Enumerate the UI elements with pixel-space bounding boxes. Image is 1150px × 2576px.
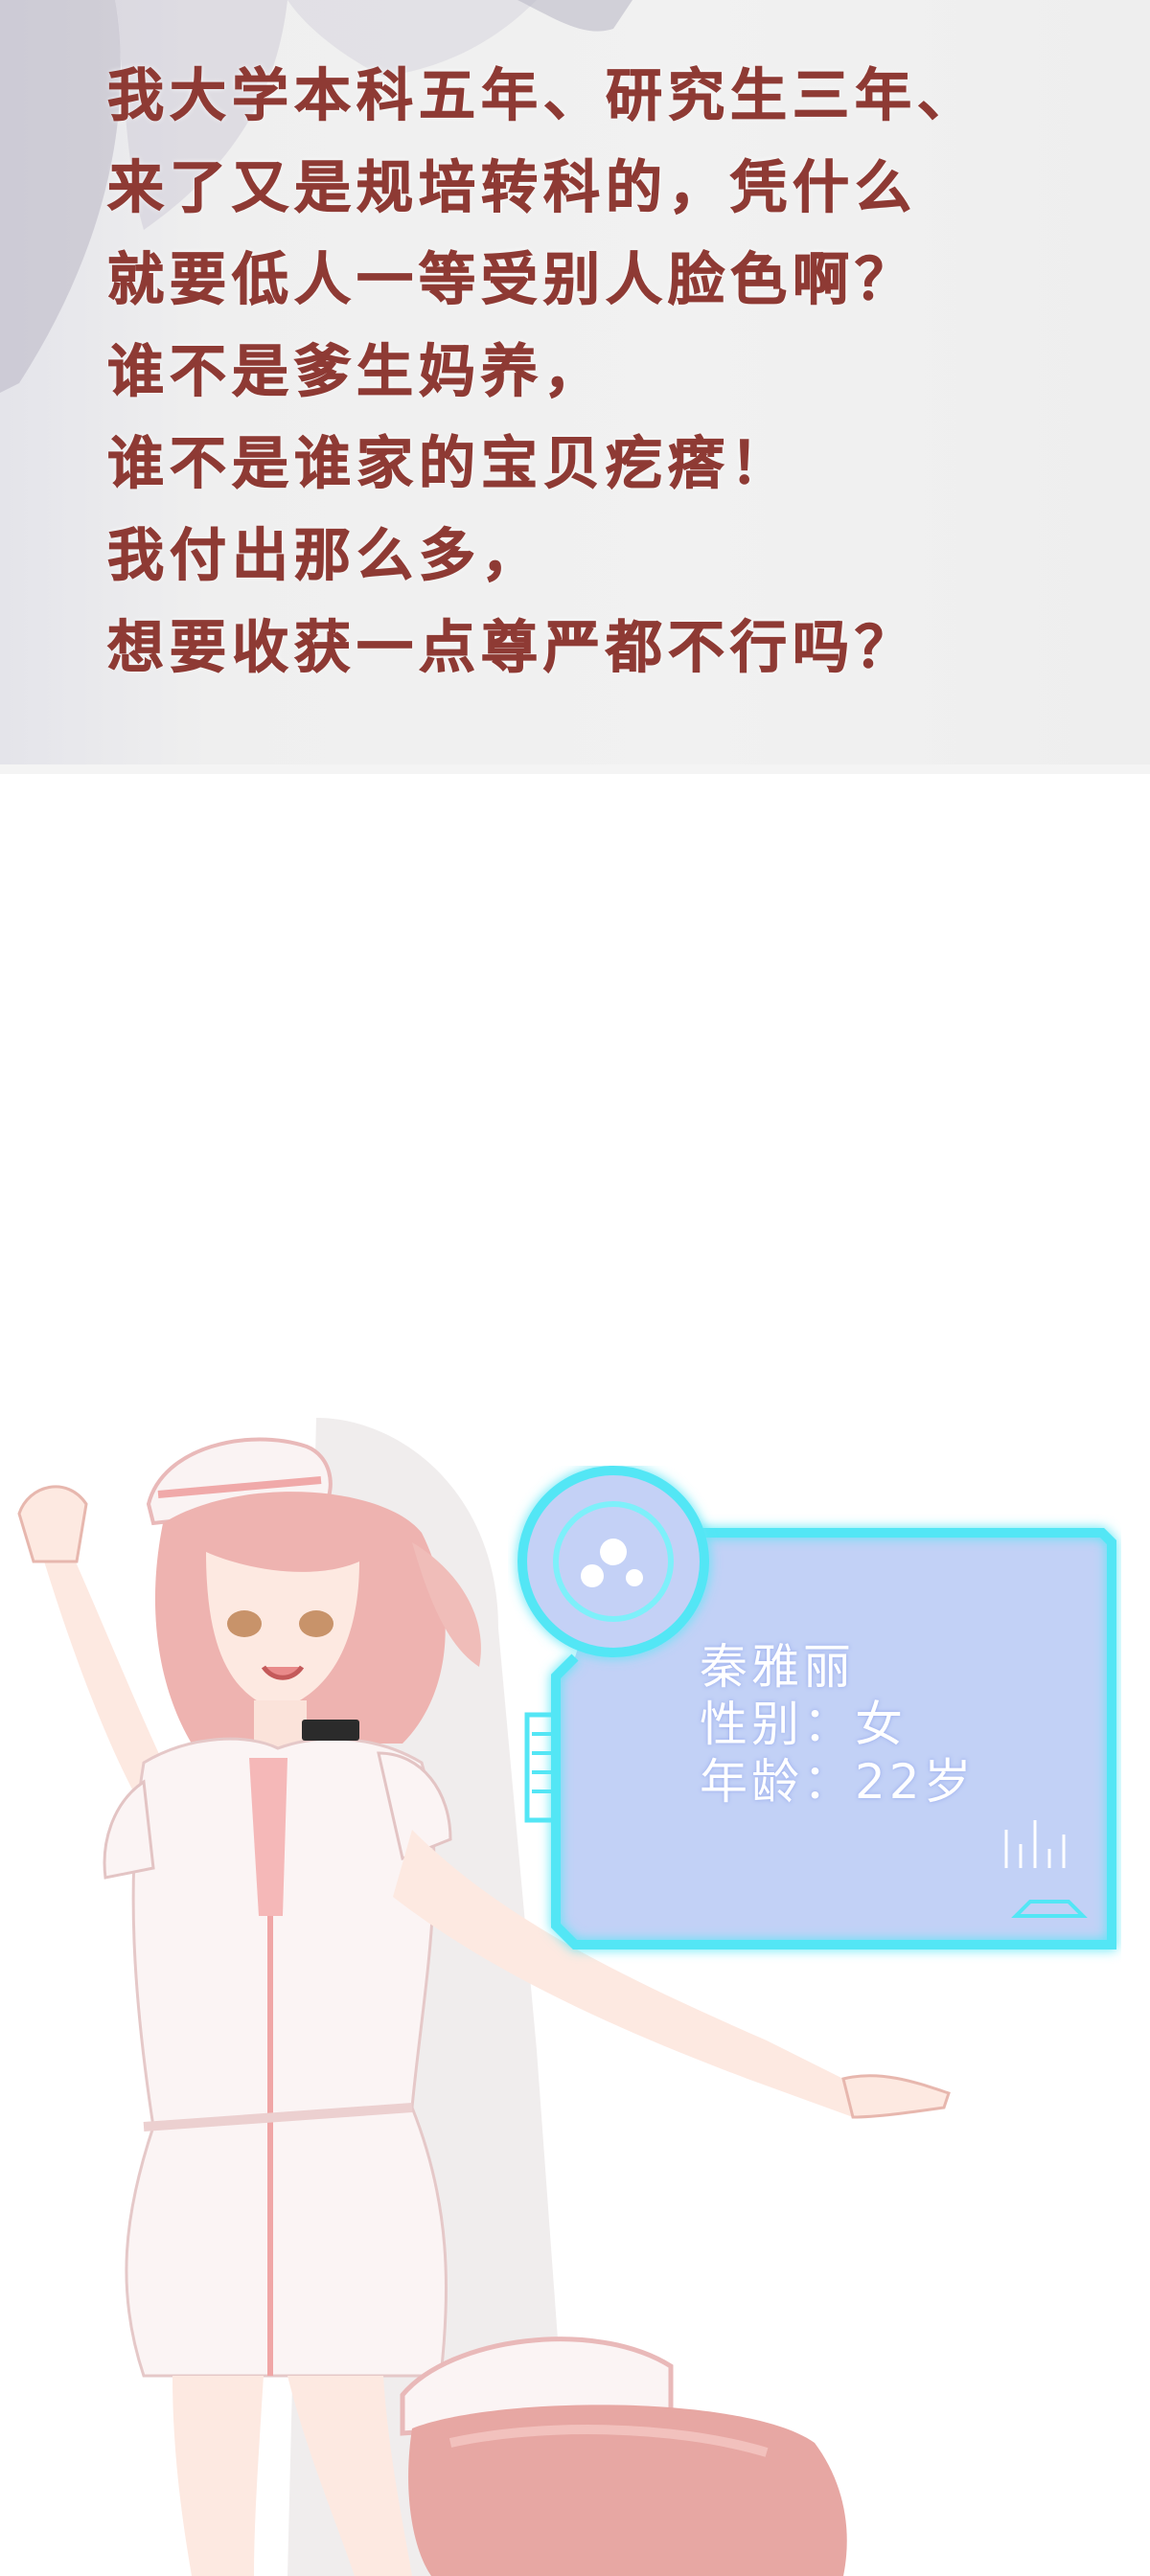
dialogue-line: 我付出那么多， — [106, 522, 544, 589]
profile-card: 秦雅丽 性别：女 年龄：22岁 — [508, 1466, 1121, 1964]
dialogue-line: 来了又是规培转科的，凭什么 — [106, 154, 918, 221]
dialogue-line: 我大学本科五年、研究生三年、 — [106, 62, 980, 129]
dialogue-line: 谁不是谁家的宝贝疙瘩！ — [106, 430, 794, 497]
dialogue-text: 我大学本科五年、研究生三年、 来了又是规培转科的，凭什么 就要低人一等受别人脸色… — [106, 50, 980, 694]
panel-divider — [0, 764, 1150, 774]
dialogue-line: 谁不是爹生妈养， — [106, 338, 607, 405]
dialogue-panel: 我大学本科五年、研究生三年、 来了又是规培转科的，凭什么 就要低人一等受别人脸色… — [0, 0, 1150, 774]
dialogue-line: 就要低人一等受别人脸色啊？ — [106, 246, 918, 313]
character-age: 年龄：22岁 — [700, 1754, 976, 1810]
character-name: 秦雅丽 — [700, 1639, 855, 1695]
profile-info: 秦雅丽 性别：女 年龄：22岁 — [700, 1638, 976, 1811]
dialogue-line: 想要收获一点尊严都不行吗？ — [106, 614, 918, 681]
character-gender: 性别：女 — [700, 1697, 907, 1752]
